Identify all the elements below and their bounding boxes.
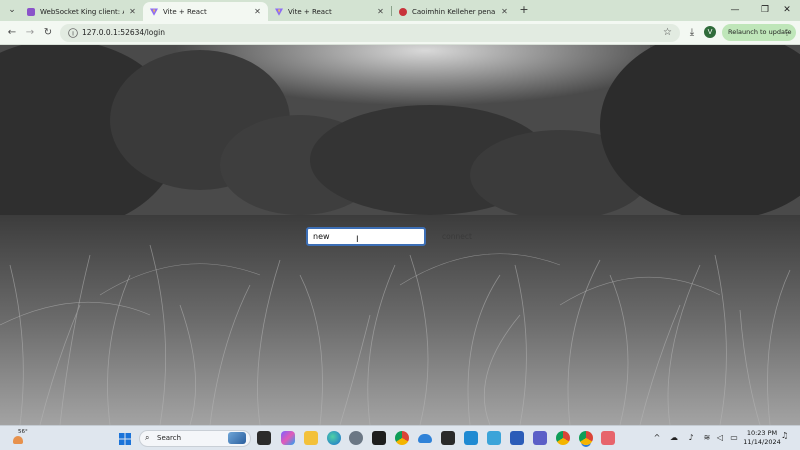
clock-time: 10:23 PM xyxy=(746,429,778,437)
tab-caoimhin-kelleher[interactable]: Caoimhin Kelleher penalty save ✕ xyxy=(392,2,515,21)
notification-bell-icon[interactable]: ♫ xyxy=(781,431,788,440)
tab-title: Vite + React xyxy=(288,7,332,16)
tab-vite-react-active[interactable]: Vite + React ✕ xyxy=(143,2,268,21)
profile-avatar[interactable]: V xyxy=(704,26,716,38)
tab-vite-react[interactable]: Vite + React ✕ xyxy=(268,2,391,21)
notepad-icon[interactable] xyxy=(487,431,501,445)
address-bar-url: 127.0.0.1:52634/login xyxy=(82,28,165,37)
volume-icon[interactable]: ◁ xyxy=(715,431,725,445)
edge-icon[interactable] xyxy=(327,431,341,445)
vite-favicon xyxy=(150,8,158,16)
back-arrow-icon[interactable]: ← xyxy=(4,25,20,41)
file-explorer-icon[interactable] xyxy=(304,431,318,445)
microphone-icon[interactable]: ♪ xyxy=(686,431,696,445)
close-icon[interactable]: ✕ xyxy=(500,7,509,16)
terminal-app-icon[interactable] xyxy=(372,431,386,445)
text-cursor-icon: I xyxy=(356,235,359,245)
system-clock[interactable]: 10:23 PM 11/14/2024 xyxy=(742,429,782,447)
wifi-icon[interactable]: ≋ xyxy=(702,431,712,445)
minimize-icon[interactable]: — xyxy=(720,0,750,21)
taskbar-search-box[interactable]: ⌕ Search xyxy=(139,430,251,447)
close-icon[interactable]: ✕ xyxy=(376,7,385,16)
chrome-icon[interactable] xyxy=(395,431,409,445)
weather-temperature: 56° xyxy=(18,429,28,435)
browser-toolbar: ← → ↻ i 127.0.0.1:52634/login ☆ ⤓ xyxy=(0,21,800,45)
close-icon[interactable]: ✕ xyxy=(253,7,262,16)
websocketking-favicon xyxy=(27,7,35,16)
close-icon[interactable]: ✕ xyxy=(128,7,137,16)
downloads-icon[interactable]: ⤓ xyxy=(684,25,700,41)
settings-gear-icon[interactable] xyxy=(349,431,363,445)
login-username-input[interactable] xyxy=(306,227,426,246)
tab-search-icon[interactable]: ⌄ xyxy=(5,3,19,17)
tab-strip: ⌄ WebSocket King client: A testin ✕ Vite… xyxy=(0,0,800,21)
site-info-icon[interactable]: i xyxy=(68,28,78,38)
address-bar[interactable]: i 127.0.0.1:52634/login ☆ xyxy=(60,24,680,42)
search-icon: ⌕ xyxy=(145,433,150,442)
relaunch-label: Relaunch to update xyxy=(728,28,792,36)
tab-title: Caoimhin Kelleher penalty save xyxy=(412,7,496,16)
vite-favicon xyxy=(275,8,283,16)
connect-button[interactable]: connect xyxy=(442,229,472,243)
weather-widget[interactable]: 56° xyxy=(10,429,30,448)
word-icon[interactable] xyxy=(510,431,524,445)
search-highlight-image xyxy=(228,432,246,444)
snipping-tool-icon[interactable] xyxy=(601,431,615,445)
chrome-profile-icon[interactable] xyxy=(556,431,570,445)
login-page: I connect xyxy=(0,45,800,425)
reload-icon[interactable]: ↻ xyxy=(40,25,56,41)
window-close-icon[interactable]: ✕ xyxy=(772,0,800,21)
tab-title: Vite + React xyxy=(163,7,207,16)
chrome-active-icon[interactable] xyxy=(579,431,593,445)
new-tab-plus-icon[interactable]: + xyxy=(517,3,531,17)
show-hidden-icons-icon[interactable]: ^ xyxy=(652,431,662,445)
more-menu-icon[interactable]: ⋮ xyxy=(783,24,791,41)
tab-title: WebSocket King client: A testin xyxy=(40,7,124,16)
windows-taskbar: 56° ⌕ Search ^ ☁ ♪ ≋ ◁ ▭ 10:23 PM 11/14/… xyxy=(0,425,800,450)
tab-websocket-king[interactable]: WebSocket King client: A testin ✕ xyxy=(20,2,143,21)
weather-icon xyxy=(13,436,23,444)
relaunch-to-update-button[interactable]: Relaunch to update ⋮ xyxy=(722,24,796,41)
network-status-icon[interactable]: ☁ xyxy=(668,431,680,445)
clock-date: 11/14/2024 xyxy=(743,438,781,446)
bookmark-star-icon[interactable]: ☆ xyxy=(663,24,672,42)
windows-start-icon[interactable] xyxy=(118,431,132,445)
vscode-icon[interactable] xyxy=(464,431,478,445)
battery-icon[interactable]: ▭ xyxy=(728,431,740,445)
onedrive-icon[interactable] xyxy=(418,434,432,443)
forward-arrow-icon[interactable]: → xyxy=(22,25,38,41)
teams-icon[interactable] xyxy=(533,431,547,445)
copilot-icon[interactable] xyxy=(281,431,295,445)
task-view-icon[interactable] xyxy=(257,431,271,445)
command-prompt-icon[interactable] xyxy=(441,431,455,445)
taskbar-search-label: Search xyxy=(157,434,182,442)
news-favicon xyxy=(399,7,407,16)
